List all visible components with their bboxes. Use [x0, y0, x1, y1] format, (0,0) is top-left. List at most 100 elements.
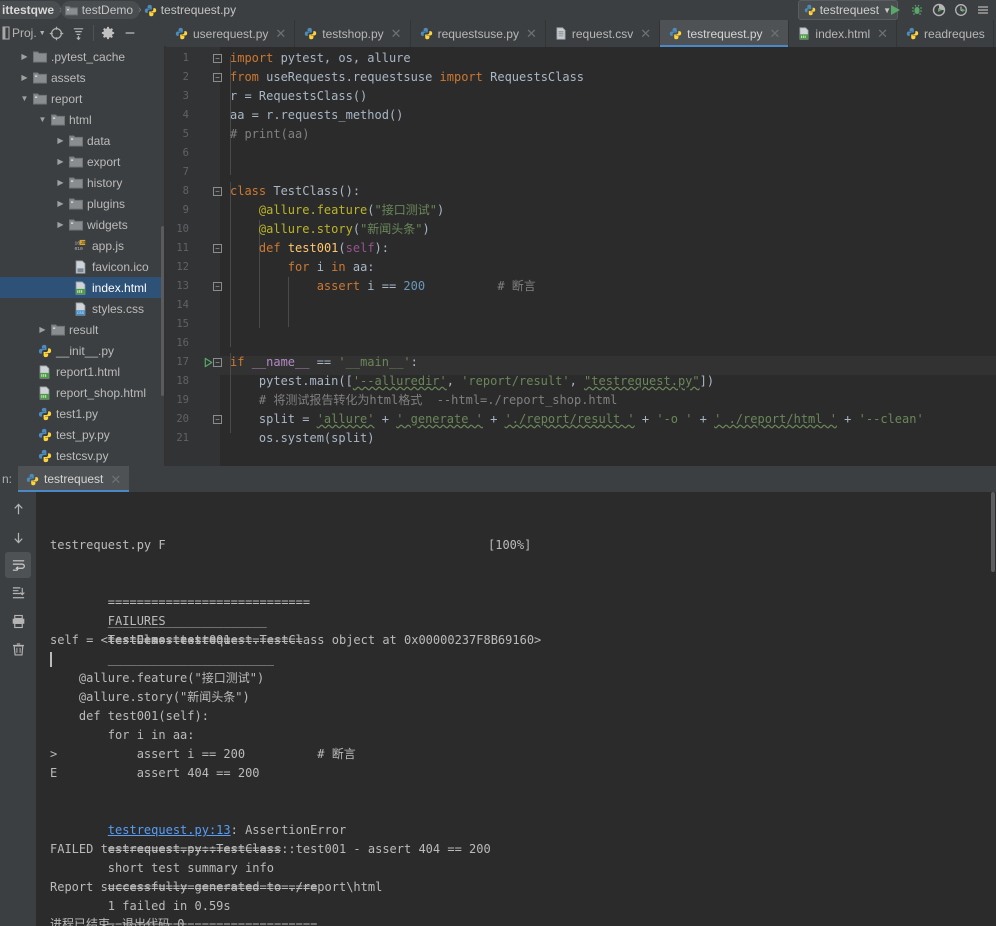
- rule-right: _______________________: [107, 652, 274, 666]
- collapse-all-icon[interactable]: [68, 22, 90, 44]
- trash-icon[interactable]: [5, 636, 31, 662]
- tree-item-init-py[interactable]: __init__.py: [0, 340, 166, 361]
- tree-item-test1-py[interactable]: test1.py: [0, 403, 166, 424]
- scroll-to-end-icon[interactable]: [5, 580, 31, 606]
- run-actions-group: [886, 0, 996, 20]
- print-icon[interactable]: [5, 608, 31, 634]
- chevron-down-icon[interactable]: ▼: [36, 115, 49, 124]
- editor-tab-index-html[interactable]: index.html ✕: [789, 20, 898, 47]
- up-arrow-icon[interactable]: [5, 496, 31, 522]
- tree-item-styles-css[interactable]: CSS styles.css: [0, 298, 166, 319]
- run-tab-label: testrequest: [44, 472, 104, 486]
- project-tree[interactable]: ▶ .pytest_cache ▶ assets ▼ report ▼ html…: [0, 46, 166, 466]
- tree-item-label: plugins: [87, 196, 126, 211]
- minimize-icon[interactable]: [119, 22, 141, 44]
- chevron-right-icon[interactable]: ▶: [54, 220, 67, 229]
- tree-item-result[interactable]: ▶ result: [0, 319, 166, 340]
- console-line-report-generated: Report successfully generated to ./repor…: [50, 880, 383, 894]
- close-icon[interactable]: ✕: [877, 27, 888, 40]
- coverage-icon[interactable]: [930, 1, 948, 19]
- run-tab-testrequest[interactable]: testrequest ✕: [18, 466, 130, 492]
- chevron-down-icon[interactable]: ▼: [18, 94, 31, 103]
- tree-item-widgets[interactable]: ▶ widgets: [0, 214, 166, 235]
- tree-item-testcsv-py[interactable]: testcsv.py: [0, 445, 166, 466]
- tree-item-data[interactable]: ▶ data: [0, 130, 166, 151]
- editor-tab-testshop[interactable]: testshop.py ✕: [295, 20, 411, 47]
- editor-tab-request-csv[interactable]: request.csv ✕: [546, 20, 661, 47]
- tree-item-report[interactable]: ▼ report: [0, 88, 166, 109]
- tree-item-assets[interactable]: ▶ assets: [0, 67, 166, 88]
- tree-item-label: report1.html: [56, 364, 121, 379]
- chevron-right-icon[interactable]: ▶: [54, 199, 67, 208]
- tree-item-export[interactable]: ▶ export: [0, 151, 166, 172]
- chevron-right-icon[interactable]: ▶: [54, 178, 67, 187]
- close-icon[interactable]: ✕: [640, 27, 651, 40]
- line-number: 5: [182, 128, 189, 140]
- tree-item-report1-html[interactable]: report1.html: [0, 361, 166, 382]
- debug-icon[interactable]: [908, 1, 926, 19]
- target-icon[interactable]: [46, 22, 68, 44]
- chevron-right-icon[interactable]: ▶: [36, 325, 49, 334]
- editor-tab-requestsuse[interactable]: requestsuse.py ✕: [411, 20, 546, 47]
- tree-item-app-js[interactable]: 10 010 JS app.js: [0, 235, 166, 256]
- close-icon[interactable]: ✕: [391, 27, 402, 40]
- run-icon[interactable]: [886, 1, 904, 19]
- chevron-right-icon[interactable]: ▶: [54, 136, 67, 145]
- code-editor[interactable]: 1 2 3 4 5 6 7 8 9 10 11 12 13 14 15 16 1…: [166, 47, 996, 466]
- line-number: 20: [176, 413, 189, 425]
- code-line-17: pytest.main(['--alluredir', 'report/resu…: [230, 374, 715, 388]
- tree-item-favicon-ico[interactable]: favicon.ico: [0, 256, 166, 277]
- breadcrumb-project[interactable]: ittestqwe: [0, 1, 62, 19]
- editor-gutter[interactable]: 1 2 3 4 5 6 7 8 9 10 11 12 13 14 15 16 1…: [166, 47, 222, 466]
- tree-item-label: index.html: [92, 280, 147, 295]
- line-number: 8: [182, 185, 189, 197]
- chevron-right-icon[interactable]: ▶: [18, 52, 31, 61]
- console-scrollbar[interactable]: [991, 492, 995, 572]
- close-icon[interactable]: ✕: [770, 27, 781, 40]
- editor-tab-userequest[interactable]: userequest.py ✕: [166, 20, 296, 47]
- tree-item-test-py-py[interactable]: test_py.py: [0, 424, 166, 445]
- project-view-selector[interactable]: Proj. ▼: [0, 26, 46, 40]
- toolbar-divider: [92, 25, 94, 41]
- folder-icon: [31, 49, 48, 65]
- run-configuration-selector[interactable]: testrequest ▼: [797, 0, 898, 20]
- tree-item-history[interactable]: ▶ history: [0, 172, 166, 193]
- close-icon[interactable]: ✕: [275, 27, 286, 40]
- console-rule-result: ============================= 1 failed i…: [50, 859, 318, 926]
- more-actions-icon[interactable]: [974, 1, 992, 19]
- gear-icon[interactable]: [97, 22, 119, 44]
- tree-item-label: export: [87, 154, 121, 169]
- tree-item-html[interactable]: ▼ html: [0, 109, 166, 130]
- close-icon[interactable]: ✕: [110, 473, 121, 486]
- breadcrumb-file[interactable]: testrequest.py: [140, 1, 243, 19]
- code-text[interactable]: import pytest, os, allure from useReques…: [220, 47, 996, 466]
- soft-wrap-icon[interactable]: [5, 552, 31, 578]
- close-icon[interactable]: ✕: [526, 27, 537, 40]
- editor-tab-label: testshop.py: [322, 26, 384, 41]
- chevron-right-icon[interactable]: ▶: [18, 73, 31, 82]
- code-line-2: from useRequests.requestsuse import Requ…: [230, 70, 585, 84]
- console-line-percent: [100%]: [488, 538, 532, 552]
- editor-tab-readrequest[interactable]: readreques: [897, 20, 994, 47]
- profile-icon[interactable]: [952, 1, 970, 19]
- tree-item-plugins[interactable]: ▶ plugins: [0, 193, 166, 214]
- chevron-down-icon[interactable]: ▼: [39, 30, 46, 37]
- tree-item-pytest-cache[interactable]: ▶ .pytest_cache: [0, 46, 166, 67]
- line-number: 2: [182, 71, 189, 83]
- html-file-icon: [72, 280, 89, 296]
- python-file-icon: [36, 343, 53, 359]
- console-line-process-finished: 进程已结束，退出代码 0: [50, 917, 185, 926]
- line-number: 6: [182, 147, 189, 159]
- editor-tab-testrequest[interactable]: testrequest.py ✕: [660, 20, 790, 47]
- tree-item-report-shop-html[interactable]: report_shop.html: [0, 382, 166, 403]
- chevron-right-icon[interactable]: ▶: [54, 157, 67, 166]
- breadcrumb-folder[interactable]: testDemo: [60, 1, 141, 19]
- python-file-icon: [36, 406, 53, 422]
- tree-item-index-html[interactable]: index.html: [0, 277, 166, 298]
- run-console-output[interactable]: testrequest.py F [100%] ================…: [36, 492, 996, 926]
- svg-text:CSS: CSS: [77, 312, 85, 316]
- run-gutter-icon[interactable]: [202, 353, 215, 372]
- down-arrow-icon[interactable]: [5, 524, 31, 550]
- line-number: 16: [176, 337, 189, 349]
- run-tool-window: n: testrequest ✕ testrequest.py F [100%]…: [0, 466, 996, 926]
